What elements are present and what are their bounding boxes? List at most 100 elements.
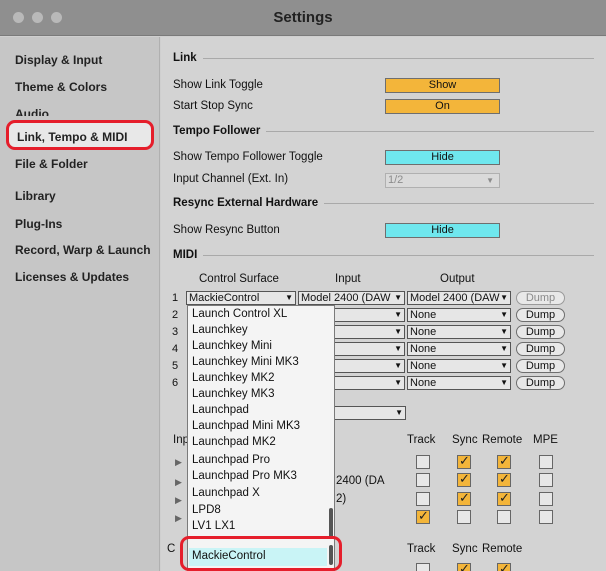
dropdown-option[interactable]: Launchpad MK2 [192, 436, 276, 448]
output-select[interactable]: None ▼ [407, 342, 511, 356]
chevron-down-icon: ▼ [394, 326, 402, 338]
output-select[interactable]: None ▼ [407, 376, 511, 390]
output-select[interactable]: None ▼ [407, 359, 511, 373]
remote-checkbox[interactable] [497, 562, 511, 571]
mpe-checkbox[interactable] [539, 492, 553, 506]
port-name-fragment: 2) [336, 493, 347, 505]
expand-triangle-icon[interactable]: ▶ [175, 513, 182, 524]
input-channel-value: 1/2 [388, 174, 404, 186]
dropdown-scrollbar[interactable] [329, 508, 333, 538]
col-sync-out: Sync [452, 543, 478, 555]
sync-checkbox[interactable] [457, 472, 471, 487]
dropdown-option[interactable]: Launchkey MK2 [192, 372, 274, 384]
sidebar-item-file-folder[interactable]: File & Folder [15, 159, 88, 168]
dropdown-option[interactable]: Launchpad [192, 404, 249, 416]
dump-button[interactable]: Dump [516, 376, 565, 390]
chevron-down-icon: ▼ [394, 377, 402, 389]
output-value: None [410, 309, 437, 321]
track-checkbox[interactable] [416, 455, 430, 469]
output-select[interactable]: Model 2400 (DAW ▼ [407, 291, 511, 305]
sync-checkbox[interactable] [457, 454, 471, 469]
sidebar-item-licenses-updates[interactable]: Licenses & Updates [15, 270, 129, 284]
input-select[interactable]: Model 2400 (DAW ▼ [298, 291, 405, 305]
dropdown-option[interactable]: Launchpad Mini MK3 [192, 420, 300, 432]
dropdown-option[interactable]: Launchpad Pro [192, 454, 270, 466]
remote-checkbox[interactable] [497, 510, 511, 524]
expand-triangle-icon[interactable]: ▶ [175, 495, 182, 506]
surface-number: 6 [172, 377, 179, 389]
col-input: Input [335, 273, 361, 285]
dropdown-option[interactable]: Launchpad X [192, 487, 260, 499]
col-sync: Sync [452, 434, 478, 446]
show-resync-button[interactable]: Hide [385, 223, 500, 238]
takeover-mode-select[interactable]: ▼ [331, 406, 406, 420]
section-tempo-follower: Tempo Follower [173, 125, 594, 137]
remote-checkbox[interactable] [497, 472, 511, 487]
chevron-down-icon: ▼ [394, 343, 402, 355]
chevron-down-icon: ▼ [394, 360, 402, 372]
dropdown-option[interactable]: Launch Control XL [192, 308, 287, 320]
expand-triangle-icon[interactable]: ▶ [175, 457, 182, 468]
section-link-title: Link [173, 52, 197, 64]
show-resync-label: Show Resync Button [173, 224, 280, 236]
dump-button[interactable]: Dump [516, 291, 565, 305]
track-checkbox[interactable] [416, 492, 430, 506]
mpe-checkbox[interactable] [539, 510, 553, 524]
remote-checkbox[interactable] [497, 491, 511, 506]
dropdown-option[interactable]: LV1 LX1 [192, 520, 235, 532]
input-channel-label: Input Channel (Ext. In) [173, 173, 289, 185]
track-checkbox[interactable] [416, 563, 430, 571]
sync-checkbox[interactable] [457, 562, 471, 571]
output-value: None [410, 326, 437, 338]
dropdown-option[interactable]: LPD8 [192, 504, 221, 516]
sidebar-item-audio[interactable]: Audio [15, 107, 49, 116]
start-stop-sync-button[interactable]: On [385, 99, 500, 114]
dropdown-option[interactable]: Launchkey [192, 324, 248, 336]
chevron-down-icon: ▼ [500, 309, 508, 321]
chevron-down-icon: ▼ [500, 360, 508, 372]
dropdown-option[interactable]: Launchkey MK3 [192, 388, 274, 400]
sidebar-item-theme-colors[interactable]: Theme & Colors [15, 80, 107, 94]
sync-checkbox[interactable] [457, 491, 471, 506]
sidebar-item-link-tempo-midi[interactable]: Link, Tempo & MIDI [6, 120, 154, 150]
chevron-down-icon: ▼ [500, 326, 508, 338]
dropdown-option[interactable]: Launchkey Mini MK3 [192, 356, 299, 368]
col-track-out: Track [407, 543, 436, 555]
dropdown-option[interactable]: Launchkey Mini [192, 340, 272, 352]
sidebar: Display & Input Theme & Colors Audio Fil… [0, 37, 160, 571]
sync-checkbox[interactable] [457, 510, 471, 524]
show-tempo-follower-label: Show Tempo Follower Toggle [173, 151, 323, 163]
dropdown-option[interactable]: Launchpad Pro MK3 [192, 470, 297, 482]
col-output: Output [440, 273, 475, 285]
output-select[interactable]: None ▼ [407, 308, 511, 322]
mpe-checkbox[interactable] [539, 455, 553, 469]
control-surface-value: MackieControl [189, 292, 260, 304]
start-stop-sync-label: Start Stop Sync [173, 100, 253, 112]
sidebar-item-record-warp-launch[interactable]: Record, Warp & Launch [15, 243, 151, 257]
dump-button[interactable]: Dump [516, 325, 565, 339]
input-channel-dropdown[interactable]: 1/2 ▼ [385, 173, 500, 188]
sidebar-item-plug-ins[interactable]: Plug-Ins [15, 217, 62, 231]
dump-button[interactable]: Dump [516, 308, 565, 322]
dump-button[interactable]: Dump [516, 359, 565, 373]
col-control-surface: Control Surface [199, 273, 279, 285]
track-checkbox[interactable] [416, 509, 430, 524]
dropdown-option-selected[interactable]: MackieControl [189, 548, 327, 566]
track-checkbox[interactable] [416, 473, 430, 487]
window-title: Settings [273, 9, 333, 26]
remote-checkbox[interactable] [497, 454, 511, 469]
mpe-checkbox[interactable] [539, 473, 553, 487]
show-link-toggle-button[interactable]: Show [385, 78, 500, 93]
output-ports-header: C [167, 543, 176, 555]
output-value: None [410, 360, 437, 372]
dropdown-scrollbar-thumb[interactable] [329, 545, 333, 565]
show-tempo-follower-button[interactable]: Hide [385, 150, 500, 165]
col-remote-out: Remote [482, 543, 523, 555]
output-select[interactable]: None ▼ [407, 325, 511, 339]
sidebar-item-library[interactable]: Library [15, 189, 56, 203]
dump-button[interactable]: Dump [516, 342, 565, 356]
surface-number: 3 [172, 326, 179, 338]
control-surface-select[interactable]: MackieControl ▼ [186, 291, 296, 305]
expand-triangle-icon[interactable]: ▶ [175, 477, 182, 488]
sidebar-item-display-input[interactable]: Display & Input [15, 53, 102, 67]
